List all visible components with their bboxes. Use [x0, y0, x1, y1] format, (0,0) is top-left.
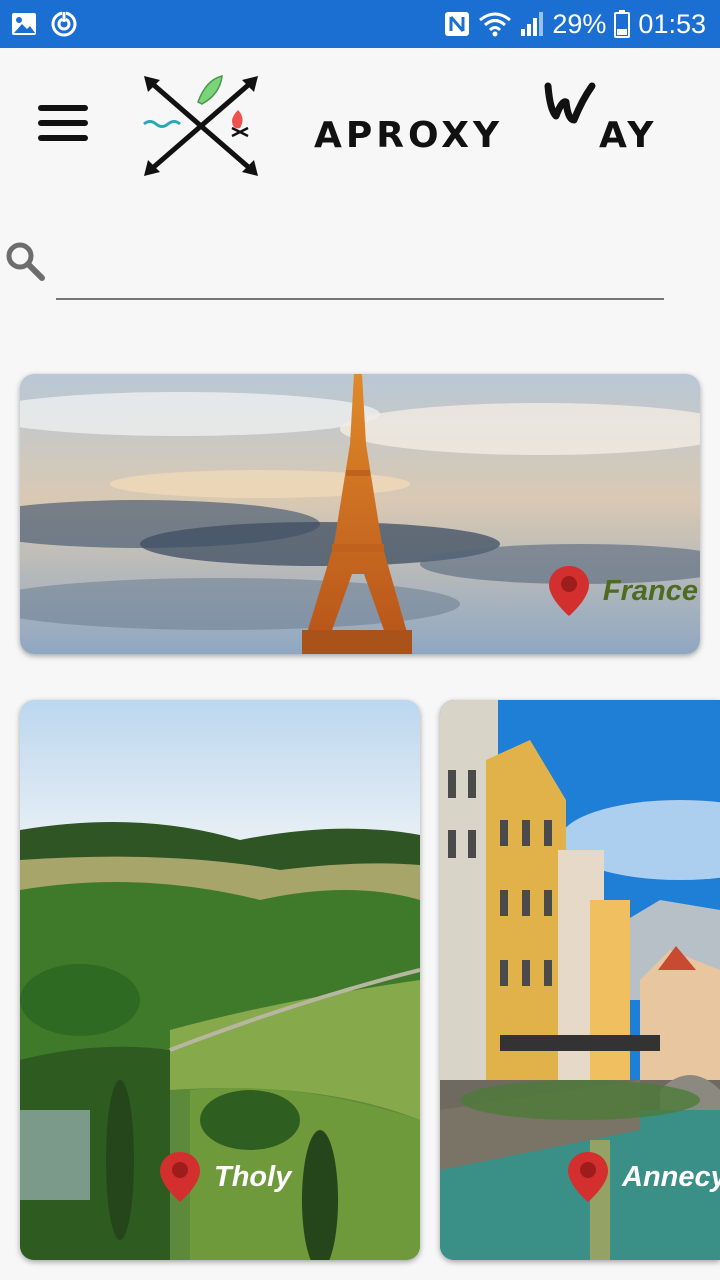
hamburger-menu-icon[interactable]	[38, 105, 92, 147]
nfc-icon	[445, 12, 470, 36]
destination-label: Tholy	[156, 1150, 291, 1204]
image-icon	[12, 13, 36, 35]
destination-label: Annecy	[564, 1150, 720, 1204]
destination-card-annecy[interactable]: Annecy	[440, 700, 720, 1260]
search-input[interactable]	[56, 240, 664, 300]
crossed-arrows-logo-icon	[143, 75, 258, 176]
app-screen: 29% 01:53 APROXY W AY	[0, 0, 720, 1280]
destination-card-tholy[interactable]: Tholy	[20, 700, 420, 1260]
destination-name: France	[602, 574, 698, 607]
location-pin-icon	[160, 1152, 200, 1202]
destination-name: Tholy	[214, 1160, 292, 1193]
sync-icon	[51, 11, 77, 37]
destination-name: Annecy	[622, 1160, 720, 1193]
signal-icon	[521, 12, 544, 36]
clock: 01:53	[638, 8, 706, 39]
brand-script-w: W	[544, 82, 596, 124]
location-pin-icon	[548, 566, 589, 616]
brand-wordmark: APROXY W AY	[314, 80, 684, 160]
wifi-icon	[479, 12, 512, 37]
battery-percent: 29%	[552, 8, 607, 39]
brand-text-right: AY	[599, 115, 658, 156]
location-pin-icon	[568, 1152, 608, 1202]
brand-text-left: APROXY	[314, 115, 504, 156]
destination-card-france[interactable]: France	[20, 374, 700, 654]
battery-icon	[614, 10, 631, 38]
status-bar: 29% 01:53	[0, 0, 720, 48]
destination-label: France	[545, 564, 698, 618]
search-icon[interactable]	[4, 240, 46, 282]
